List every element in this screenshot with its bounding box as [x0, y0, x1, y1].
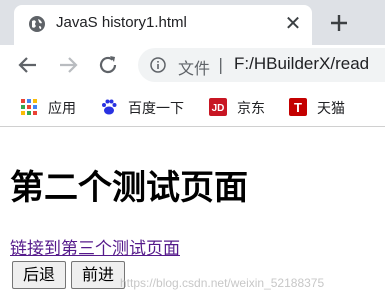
svg-text:JD: JD — [212, 103, 225, 114]
address-bar[interactable]: 文件 | F:/HBuilderX/read — [138, 48, 385, 82]
plus-icon[interactable] — [326, 10, 352, 36]
tab-strip: JavaS history1.html ✕ — [0, 0, 385, 45]
url-text[interactable]: F:/HBuilderX/read — [234, 54, 369, 74]
security-label: 文件 — [178, 59, 211, 78]
bookmark-label: 应用 — [48, 101, 76, 117]
bookmark-label: 天猫 — [317, 101, 345, 117]
forward-button[interactable]: 前进 — [71, 261, 125, 289]
bookmark-label: 京东 — [237, 101, 265, 117]
arrow-left-icon[interactable] — [16, 53, 40, 77]
browser-toolbar: 文件 | F:/HBuilderX/read — [0, 45, 385, 85]
reload-icon[interactable] — [96, 53, 120, 77]
svg-text:T: T — [294, 100, 302, 115]
watermark-text: https://blog.csdn.net/weixin_52188375 — [120, 276, 325, 290]
apps-grid-icon — [21, 99, 37, 115]
third-page-link[interactable]: 链接到第三个测试页面 — [10, 234, 180, 259]
tab-title: JavaS history1.html — [56, 14, 187, 31]
baidu-paw-icon — [102, 99, 117, 115]
bookmarks-bar: 应用 百度一下 JD 京东 T 天猫 — [0, 85, 385, 127]
tmall-logo-icon: T — [289, 98, 307, 116]
info-icon[interactable] — [150, 57, 166, 73]
bookmark-label: 百度一下 — [128, 101, 184, 117]
omnibox-separator: | — [218, 55, 224, 74]
browser-tab[interactable]: JavaS history1.html ✕ — [14, 5, 312, 45]
jd-logo-icon: JD — [209, 98, 227, 116]
page-heading: 第二个测试页面 — [10, 168, 248, 208]
globe-icon — [29, 16, 45, 32]
close-tab-icon[interactable]: ✕ — [282, 12, 304, 34]
arrow-right-icon[interactable] — [56, 53, 80, 77]
back-button[interactable]: 后退 — [12, 261, 66, 289]
